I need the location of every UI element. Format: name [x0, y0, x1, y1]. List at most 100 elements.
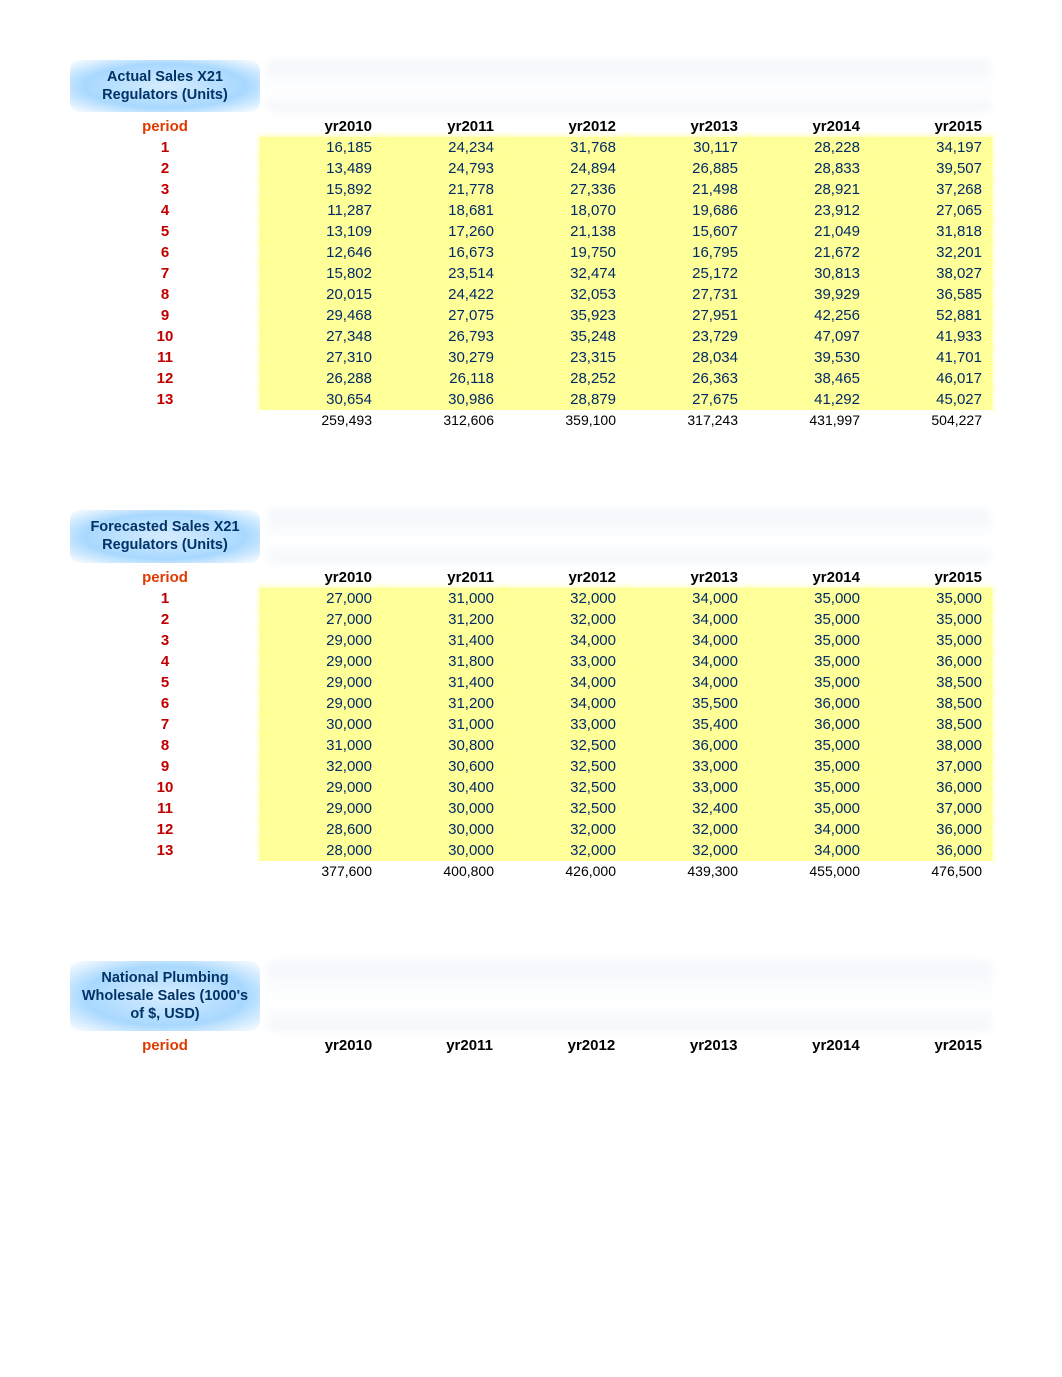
value-cell: 16,185	[260, 137, 382, 158]
value-cell: 34,000	[626, 672, 748, 693]
table-row: 227,00031,20032,00034,00035,00035,000	[70, 609, 992, 630]
year-column-header: yr2013	[626, 567, 748, 588]
value-cell: 24,894	[504, 158, 626, 179]
total-cell: 359,100	[504, 410, 626, 430]
value-cell: 32,000	[626, 819, 748, 840]
value-cell: 32,500	[504, 735, 626, 756]
period-column-header: period	[70, 1035, 260, 1056]
table-title: Forecasted Sales X21 Regulators (Units)	[70, 510, 260, 562]
period-cell: 3	[70, 630, 260, 651]
value-cell: 26,288	[260, 368, 382, 389]
value-cell: 35,000	[748, 630, 870, 651]
value-cell: 34,000	[626, 609, 748, 630]
value-cell: 38,500	[870, 693, 992, 714]
value-cell: 28,921	[748, 179, 870, 200]
value-cell: 21,778	[382, 179, 504, 200]
total-cell: 455,000	[748, 861, 870, 881]
value-cell: 29,000	[260, 651, 382, 672]
value-cell: 15,892	[260, 179, 382, 200]
value-cell: 52,881	[870, 305, 992, 326]
total-cell: 400,800	[382, 861, 504, 881]
value-cell: 27,336	[504, 179, 626, 200]
value-cell: 33,000	[504, 651, 626, 672]
value-cell: 34,000	[504, 693, 626, 714]
totals-label-cell	[70, 861, 260, 881]
value-cell: 29,468	[260, 305, 382, 326]
table-row: 213,48924,79324,89426,88528,83339,507	[70, 158, 992, 179]
value-cell: 28,034	[626, 347, 748, 368]
data-table: periodyr2010yr2011yr2012yr2013yr2014yr20…	[70, 1035, 992, 1056]
value-cell: 32,000	[504, 609, 626, 630]
value-cell: 34,000	[504, 630, 626, 651]
period-cell: 1	[70, 137, 260, 158]
table-title-row: Actual Sales X21 Regulators (Units)	[70, 60, 992, 112]
value-cell: 28,879	[504, 389, 626, 410]
period-cell: 11	[70, 347, 260, 368]
table-title-row: National Plumbing Wholesale Sales (1000'…	[70, 961, 992, 1031]
value-cell: 30,986	[382, 389, 504, 410]
period-cell: 9	[70, 305, 260, 326]
period-cell: 8	[70, 284, 260, 305]
value-cell: 23,912	[748, 200, 870, 221]
period-cell: 13	[70, 389, 260, 410]
value-cell: 47,097	[748, 326, 870, 347]
total-cell: 317,243	[626, 410, 748, 430]
value-cell: 34,000	[626, 630, 748, 651]
value-cell: 34,000	[626, 588, 748, 609]
value-cell: 30,654	[260, 389, 382, 410]
value-cell: 33,000	[626, 756, 748, 777]
value-cell: 35,923	[504, 305, 626, 326]
period-cell: 12	[70, 368, 260, 389]
title-blur-strip	[266, 961, 992, 1031]
period-column-header: period	[70, 567, 260, 588]
year-column-header: yr2010	[260, 116, 382, 137]
year-column-header: yr2011	[382, 116, 504, 137]
year-column-header: yr2014	[748, 567, 870, 588]
value-cell: 31,400	[382, 672, 504, 693]
value-cell: 27,310	[260, 347, 382, 368]
value-cell: 27,000	[260, 609, 382, 630]
title-blur-strip	[266, 60, 992, 112]
value-cell: 21,498	[626, 179, 748, 200]
table-row: 116,18524,23431,76830,11728,22834,197	[70, 137, 992, 158]
period-cell: 1	[70, 588, 260, 609]
value-cell: 32,000	[504, 819, 626, 840]
value-cell: 39,530	[748, 347, 870, 368]
data-table-block: National Plumbing Wholesale Sales (1000'…	[70, 961, 992, 1056]
value-cell: 36,000	[748, 714, 870, 735]
table-row: 820,01524,42232,05327,73139,92936,585	[70, 284, 992, 305]
totals-row: 259,493312,606359,100317,243431,997504,2…	[70, 410, 992, 430]
value-cell: 23,315	[504, 347, 626, 368]
value-cell: 41,701	[870, 347, 992, 368]
period-column-header: period	[70, 116, 260, 137]
table-row: 715,80223,51432,47425,17230,81338,027	[70, 263, 992, 284]
value-cell: 35,500	[626, 693, 748, 714]
value-cell: 16,795	[626, 242, 748, 263]
value-cell: 21,672	[748, 242, 870, 263]
value-cell: 32,053	[504, 284, 626, 305]
value-cell: 11,287	[260, 200, 382, 221]
value-cell: 33,000	[504, 714, 626, 735]
year-column-header: yr2014	[748, 116, 870, 137]
table-row: 1027,34826,79335,24823,72947,09741,933	[70, 326, 992, 347]
value-cell: 38,500	[870, 714, 992, 735]
value-cell: 41,933	[870, 326, 992, 347]
value-cell: 19,686	[626, 200, 748, 221]
period-cell: 11	[70, 798, 260, 819]
table-row: 127,00031,00032,00034,00035,00035,000	[70, 588, 992, 609]
value-cell: 32,000	[504, 588, 626, 609]
total-cell: 312,606	[382, 410, 504, 430]
value-cell: 32,500	[504, 777, 626, 798]
value-cell: 31,200	[382, 609, 504, 630]
table-row: 315,89221,77827,33621,49828,92137,268	[70, 179, 992, 200]
value-cell: 34,000	[626, 651, 748, 672]
table-row: 513,10917,26021,13815,60721,04931,818	[70, 221, 992, 242]
table-row: 1127,31030,27923,31528,03439,53041,701	[70, 347, 992, 368]
value-cell: 36,000	[626, 735, 748, 756]
table-row: 1228,60030,00032,00032,00034,00036,000	[70, 819, 992, 840]
table-row: 929,46827,07535,92327,95142,25652,881	[70, 305, 992, 326]
value-cell: 31,800	[382, 651, 504, 672]
period-cell: 12	[70, 819, 260, 840]
period-cell: 10	[70, 777, 260, 798]
value-cell: 35,000	[748, 735, 870, 756]
